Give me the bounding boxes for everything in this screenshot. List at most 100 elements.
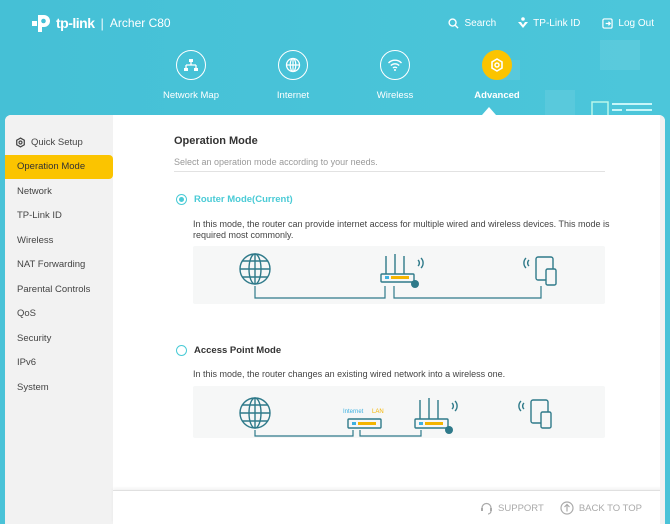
tplink-id-link[interactable]: TP-Link ID bbox=[518, 17, 580, 29]
model-name: Archer C80 bbox=[109, 16, 171, 30]
sidebar-item-quick-setup[interactable]: Quick Setup bbox=[5, 130, 113, 155]
devices-icon bbox=[518, 399, 552, 429]
right-edge bbox=[660, 115, 665, 524]
lan-ports bbox=[391, 276, 409, 279]
gear-icon bbox=[491, 58, 503, 72]
logo[interactable]: tp-link | Archer C80 bbox=[30, 12, 171, 34]
tplink-logo-icon bbox=[32, 15, 50, 32]
tab-network-map[interactable]: Network Map bbox=[140, 50, 242, 101]
sidebar-item-parental-controls[interactable]: Parental Controls bbox=[5, 277, 113, 302]
logout-label: Log Out bbox=[618, 17, 654, 29]
footer-links: SUPPORT BACK TO TOP bbox=[480, 501, 642, 515]
sidebar-item-label: IPv6 bbox=[17, 357, 37, 369]
sidebar-item-operation-mode[interactable]: Operation Mode bbox=[5, 154, 113, 179]
access-point-mode-description: In this mode, the router changes an exis… bbox=[193, 369, 506, 379]
connection-lines bbox=[254, 286, 542, 299]
page-subtitle: Select an operation mode according to yo… bbox=[174, 157, 378, 167]
support-link[interactable]: SUPPORT bbox=[480, 501, 544, 515]
sidebar-item-label: Network bbox=[17, 185, 52, 197]
devices-icon bbox=[523, 256, 557, 286]
globe-icon bbox=[239, 397, 271, 429]
wan-port bbox=[385, 276, 389, 279]
sidebar-item-ipv6[interactable]: IPv6 bbox=[5, 351, 113, 376]
logout-icon bbox=[602, 17, 614, 29]
gear-icon bbox=[16, 137, 25, 148]
radio-unselected-icon bbox=[176, 345, 187, 356]
tab-wireless[interactable]: Wireless bbox=[344, 50, 446, 101]
router-mode-diagram bbox=[193, 246, 605, 304]
globe-icon-circle bbox=[278, 50, 308, 80]
wifi-icon bbox=[387, 59, 403, 71]
content-area: Operation Mode Select an operation mode … bbox=[113, 115, 665, 490]
sidebar-item-label: Operation Mode bbox=[17, 161, 86, 173]
sidebar-item-qos[interactable]: QoS bbox=[5, 302, 113, 327]
sidebar-item-network[interactable]: Network bbox=[5, 179, 113, 204]
headset-icon bbox=[481, 502, 493, 515]
active-tab-pointer bbox=[482, 107, 496, 115]
sidebar-item-label: TP-Link ID bbox=[17, 210, 62, 222]
sidebar-item-label: Quick Setup bbox=[31, 136, 83, 148]
modem-lan-ports bbox=[358, 422, 376, 425]
router-mode-diagram-graphic bbox=[239, 253, 557, 299]
router-mode-label: Router Mode(Current) bbox=[194, 194, 293, 205]
radio-selected-icon bbox=[176, 194, 187, 205]
network-map-icon-circle bbox=[176, 50, 206, 80]
access-point-diagram-graphic: Internet LAN bbox=[239, 397, 552, 437]
sidebar-item-label: Parental Controls bbox=[17, 283, 91, 295]
sidebar-item-system[interactable]: System bbox=[5, 375, 113, 400]
tab-internet[interactable]: Internet bbox=[242, 50, 344, 101]
page-title: Operation Mode bbox=[174, 135, 258, 147]
tab-label: Network Map bbox=[163, 90, 219, 101]
sidebar-item-wireless[interactable]: Wireless bbox=[5, 228, 113, 253]
main-nav: Network Map Internet Wireless Advanced bbox=[140, 50, 548, 101]
sidebar-item-nat-forwarding[interactable]: NAT Forwarding bbox=[5, 253, 113, 278]
main-panel: Quick Setup Operation Mode Network TP-Li… bbox=[5, 115, 665, 524]
header: tp-link | Archer C80 Search TP-Link ID L… bbox=[0, 0, 670, 120]
tab-advanced[interactable]: Advanced bbox=[446, 50, 548, 101]
router-badge-icon bbox=[445, 426, 453, 434]
footer: SUPPORT BACK TO TOP bbox=[113, 490, 665, 524]
router-badge-icon bbox=[411, 280, 419, 288]
sidebar-item-tplink-id[interactable]: TP-Link ID bbox=[5, 204, 113, 229]
decorative-block bbox=[600, 40, 640, 70]
gear-icon-circle bbox=[482, 50, 512, 80]
lan-port-label: LAN bbox=[372, 409, 384, 415]
connection-lines bbox=[254, 430, 422, 437]
access-point-mode-radio[interactable]: Access Point Mode bbox=[176, 345, 281, 356]
globe-icon bbox=[285, 57, 301, 73]
search-label: Search bbox=[464, 17, 497, 29]
modem-wan-port bbox=[352, 422, 356, 425]
router-lan-ports bbox=[425, 422, 443, 425]
logout-link[interactable]: Log Out bbox=[602, 17, 654, 29]
sidebar-item-label: QoS bbox=[17, 308, 37, 320]
internet-port-label: Internet bbox=[343, 409, 364, 415]
back-to-top-label: BACK TO TOP bbox=[578, 502, 642, 514]
wifi-icon-circle bbox=[380, 50, 410, 80]
decorative-block bbox=[545, 90, 575, 115]
top-links: Search TP-Link ID Log Out bbox=[448, 17, 654, 29]
search-icon bbox=[448, 17, 460, 29]
router-wan-port bbox=[419, 422, 423, 425]
arrow-up-circle-icon bbox=[560, 501, 574, 515]
brand-name: tp-link bbox=[56, 15, 95, 31]
search-link[interactable]: Search bbox=[448, 17, 496, 29]
sidebar: Quick Setup Operation Mode Network TP-Li… bbox=[5, 115, 113, 524]
tab-label: Wireless bbox=[376, 90, 414, 101]
globe-icon bbox=[239, 253, 271, 285]
sidebar-item-label: System bbox=[17, 381, 49, 393]
divider bbox=[174, 171, 605, 172]
router-mode-radio[interactable]: Router Mode(Current) bbox=[176, 194, 293, 205]
access-point-diagram: Internet LAN bbox=[193, 386, 605, 438]
sidebar-item-label: Wireless bbox=[17, 234, 54, 246]
tplink-id-label: TP-Link ID bbox=[533, 17, 581, 29]
router-mode-description: In this mode, the router can provide int… bbox=[193, 219, 610, 240]
tab-label: Internet bbox=[276, 90, 310, 101]
brand-separator: | bbox=[100, 15, 104, 31]
back-to-top-link[interactable]: BACK TO TOP bbox=[560, 501, 642, 515]
sidebar-item-security[interactable]: Security bbox=[5, 326, 113, 351]
sidebar-item-label: Security bbox=[17, 332, 52, 344]
sidebar-item-label: NAT Forwarding bbox=[17, 259, 86, 271]
support-label: SUPPORT bbox=[498, 502, 544, 514]
access-point-mode-label: Access Point Mode bbox=[194, 345, 282, 356]
network-map-icon bbox=[184, 59, 198, 71]
